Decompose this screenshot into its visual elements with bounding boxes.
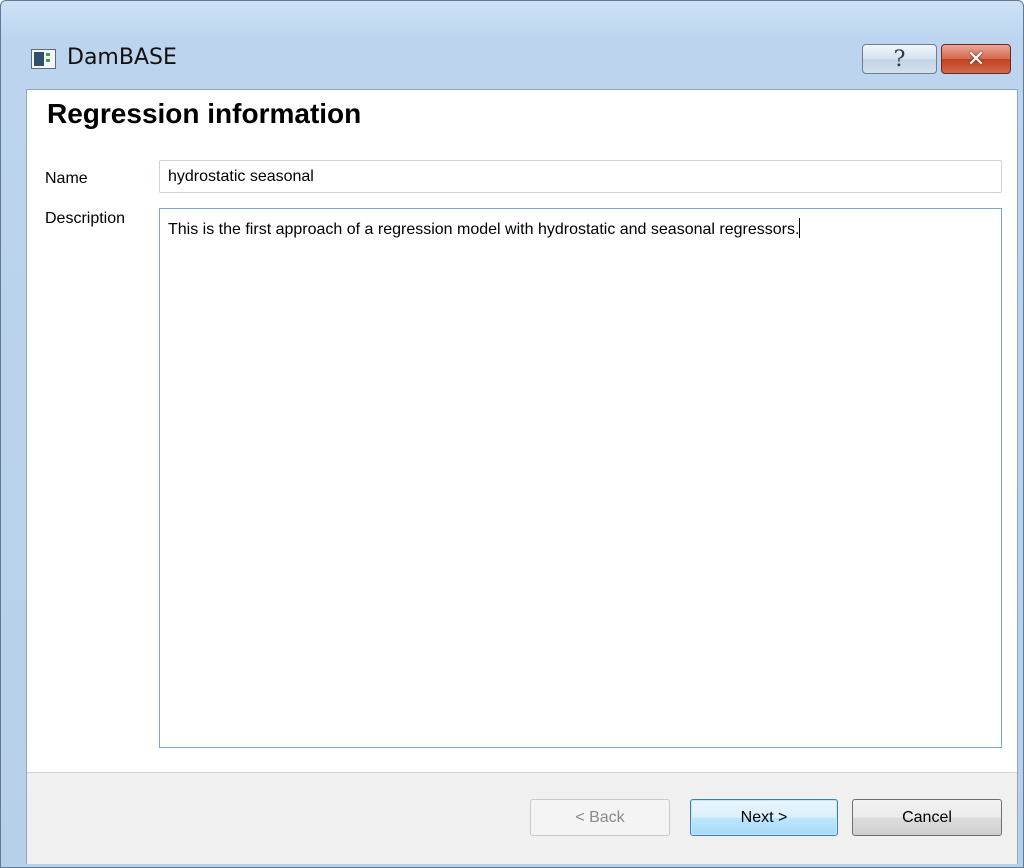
dialog-window: DamBASE ? ✕ Regression information Name … bbox=[0, 0, 1024, 868]
cancel-button[interactable]: Cancel bbox=[852, 799, 1002, 836]
title-bar[interactable]: DamBASE ? ✕ bbox=[1, 1, 1023, 89]
back-button[interactable]: < Back bbox=[530, 799, 670, 836]
window-title: DamBASE bbox=[67, 45, 177, 70]
description-textarea[interactable]: This is the first approach of a regressi… bbox=[159, 208, 1002, 748]
description-label: Description bbox=[45, 210, 126, 227]
name-input[interactable]: hydrostatic seasonal bbox=[159, 160, 1002, 193]
app-window-icon bbox=[31, 49, 56, 69]
help-button[interactable]: ? bbox=[862, 44, 937, 74]
text-caret bbox=[799, 218, 801, 238]
help-icon: ? bbox=[893, 46, 906, 72]
dialog-content: Regression information Name hydrostatic … bbox=[26, 89, 1018, 864]
button-bar: < Back Next > Cancel bbox=[27, 772, 1017, 864]
description-text: This is the first approach of a regressi… bbox=[168, 221, 800, 238]
page-title: Regression information bbox=[47, 98, 362, 129]
close-button[interactable]: ✕ bbox=[941, 44, 1011, 74]
name-label: Name bbox=[45, 170, 88, 187]
close-icon: ✕ bbox=[966, 46, 986, 72]
next-button[interactable]: Next > bbox=[690, 799, 838, 836]
